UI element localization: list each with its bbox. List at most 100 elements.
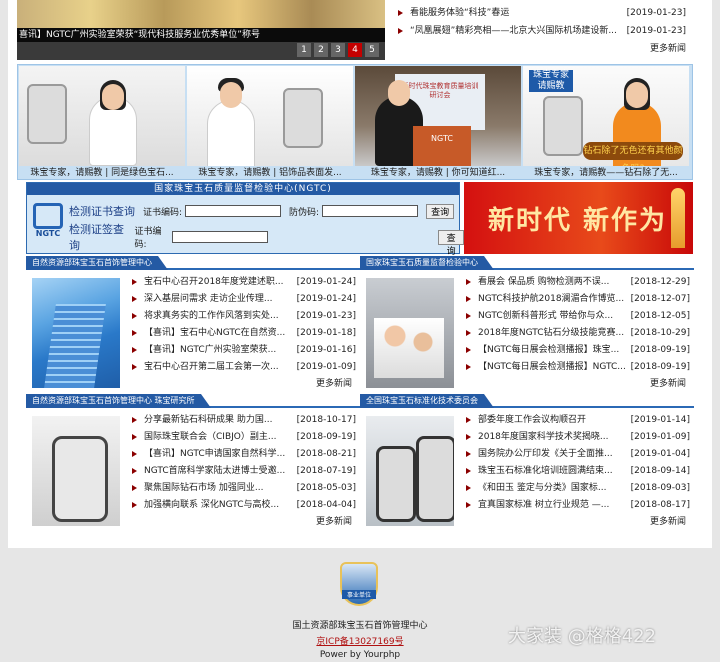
slider-dot[interactable]: 3 <box>331 43 345 57</box>
list-item[interactable]: 【喜讯】宝石中心NGTC在自然资... [2019-01-18] <box>130 325 358 342</box>
section-title[interactable]: 国家珠宝玉石质量监督检验中心 <box>360 256 494 270</box>
slider-caption[interactable]: 喜讯】NGTC广州实验室荣获“现代科技服务业优秀单位”称号 <box>17 28 385 42</box>
news-title[interactable]: 【NGTC每日展会检测播报】珠宝... <box>478 342 630 359</box>
list-item[interactable]: 【喜讯】NGTC广州实验室荣获... [2019-01-16] <box>130 342 358 359</box>
video-caption[interactable]: 珠宝专家，请赐教 | 铝饰品表面发... <box>187 167 353 180</box>
cert-query-button[interactable]: 查询 <box>426 203 455 219</box>
video-card[interactable]: 新时代珠宝教育质量培训研讨会 NGTC 珠宝专家，请赐教 | 你可知道红... <box>355 66 521 180</box>
video-caption[interactable]: 珠宝专家，请赐教 | 同是绿色宝石... <box>19 167 185 180</box>
news-date: [2019-01-16] <box>296 345 356 355</box>
list-item[interactable]: 深入基层问需求 走访企业传理... [2019-01-24] <box>130 291 358 308</box>
list-item[interactable]: 《和田玉 鉴定与分类》国家标... [2018-09-03] <box>464 480 692 497</box>
news-title[interactable]: 分享最新钻石科研成果 助力国... <box>144 412 296 429</box>
news-title[interactable]: 宝石中心召开2018年度党建述职... <box>144 274 296 291</box>
news-title[interactable]: 珠宝玉石标准化培训班圆满结束... <box>478 463 630 480</box>
list-item[interactable]: 部委年度工作会议构顺召开 [2019-01-14] <box>464 412 692 429</box>
news-title[interactable]: NGTC创新科普形式 带给你与众... <box>478 308 630 325</box>
list-item[interactable]: 国务院办公厅印发《关于全面推... [2019-01-04] <box>464 446 692 463</box>
public-institution-emblem-icon[interactable]: 事业单位 <box>340 562 378 606</box>
more-news-link[interactable]: 更多新闻 <box>464 514 692 531</box>
list-item[interactable]: NGTC创新科普形式 带给你与众... [2018-12-05] <box>464 308 692 325</box>
list-item[interactable]: 珠宝玉石标准化培训班圆满结束... [2018-09-14] <box>464 463 692 480</box>
news-title[interactable]: 宝石中心召开第二届工会第一次... <box>144 359 296 376</box>
video-caption[interactable]: 珠宝专家，请赐教——钻石除了无... <box>523 167 689 180</box>
list-item[interactable]: 分享最新钻石科研成果 助力国... [2018-10-17] <box>130 412 358 429</box>
video-thumbnail[interactable] <box>187 66 353 166</box>
bullet-icon <box>132 279 137 285</box>
news-title[interactable]: 《和田玉 鉴定与分类》国家标... <box>478 480 630 497</box>
slider-dot[interactable]: 1 <box>297 43 311 57</box>
video-thumbnail[interactable]: 珠宝专家 请赐教 钻石除了无色还有其他颜色吗? <box>523 66 689 166</box>
slider-dot-active[interactable]: 4 <box>348 43 362 57</box>
news-title[interactable]: 加强横向联系 深化NGTC与高校... <box>144 497 296 514</box>
more-news-link[interactable]: 更多新闻 <box>392 40 692 58</box>
list-item[interactable]: 加强横向联系 深化NGTC与高校... [2018-04-04] <box>130 497 358 514</box>
list-item[interactable]: NGTC科技护航2018澜湄合作博览... [2018-12-07] <box>464 291 692 308</box>
news-slider[interactable]: 喜讯】NGTC广州实验室荣获“现代科技服务业优秀单位”称号 1 2 3 4 5 <box>17 0 385 60</box>
slider-photo <box>17 0 385 28</box>
news-title[interactable]: 【喜讯】NGTC广州实验室荣获... <box>144 342 296 359</box>
bullet-icon <box>466 451 471 457</box>
section-title[interactable]: 自然资源部珠宝玉石首饰管理中心 <box>26 256 168 270</box>
tag-query-button[interactable]: 查询 <box>438 229 465 257</box>
section-image[interactable] <box>32 278 120 388</box>
list-item[interactable]: 国际珠宝联合会（CIBJO）副主... [2018-09-19] <box>130 429 358 446</box>
list-item[interactable]: 宝石中心召开2018年度党建述职... [2019-01-24] <box>130 274 358 291</box>
news-title[interactable]: 聚焦国际钻石市场 加强同业... <box>144 480 296 497</box>
news-title[interactable]: 看展会 保品质 购物检测两不误... <box>478 274 630 291</box>
news-title[interactable]: 将求真务实的工作作风落到实处... <box>144 308 296 325</box>
tag-number-input[interactable] <box>172 231 269 243</box>
list-item[interactable]: 2018年度NGTC钻石分级技能竞赛... [2018-10-29] <box>464 325 692 342</box>
news-title[interactable]: NGTC科技护航2018澜湄合作博览... <box>478 291 630 308</box>
promo-banner[interactable]: 新时代 新作为 <box>464 182 693 254</box>
more-news-link[interactable]: 更多新闻 <box>130 514 358 531</box>
list-item[interactable]: 宝石中心召开第二届工会第一次... [2019-01-09] <box>130 359 358 376</box>
news-title[interactable]: 2018年度NGTC钻石分级技能竞赛... <box>478 325 630 342</box>
list-item[interactable]: 【NGTC每日展会检测播报】NGTC... [2018-09-19] <box>464 359 692 376</box>
microscope-icon <box>543 96 583 156</box>
bullet-icon <box>466 502 471 508</box>
video-caption[interactable]: 珠宝专家，请赐教 | 你可知道红... <box>355 167 521 180</box>
more-news-link[interactable]: 更多新闻 <box>130 376 358 393</box>
news-title[interactable]: 国务院办公厅印发《关于全面推... <box>478 446 630 463</box>
list-item[interactable]: 将求真务实的工作作风落到实处... [2019-01-23] <box>130 308 358 325</box>
more-news-link[interactable]: 更多新闻 <box>464 376 692 393</box>
list-item[interactable]: 宜真国家标准 树立行业规范 —... [2018-08-17] <box>464 497 692 514</box>
news-title[interactable]: NGTC首席科学家陆太进博士受邀... <box>144 463 296 480</box>
news-date: [2018-10-17] <box>296 415 356 425</box>
list-item[interactable]: 看能服务体验“科技”春运 [2019-01-23] <box>392 4 692 22</box>
list-item[interactable]: “凤凰展翅”精彩亮相——北京大兴国际机场建设新... [2019-01-23] <box>392 22 692 40</box>
news-title[interactable]: 宜真国家标准 树立行业规范 —... <box>478 497 630 514</box>
news-title[interactable]: 2018年度国家科学技术奖揭晓... <box>478 429 630 446</box>
list-item[interactable]: 看展会 保品质 购物检测两不误... [2018-12-29] <box>464 274 692 291</box>
news-title[interactable]: 看能服务体验“科技”春运 <box>410 4 620 22</box>
anti-fake-code-input[interactable] <box>322 205 419 217</box>
cert-number-input[interactable] <box>185 205 282 217</box>
section-image[interactable] <box>32 416 120 526</box>
video-thumbnail[interactable] <box>19 66 185 166</box>
section-image[interactable] <box>366 278 454 388</box>
video-card[interactable]: 珠宝专家 请赐教 钻石除了无色还有其他颜色吗? 珠宝专家，请赐教——钻石除了无.… <box>523 66 689 180</box>
news-title[interactable]: 部委年度工作会议构顺召开 <box>478 412 630 429</box>
list-item[interactable]: 2018年度国家科学技术奖揭晓... [2019-01-09] <box>464 429 692 446</box>
section-title[interactable]: 自然资源部珠宝玉石首饰管理中心 珠宝研究所 <box>26 394 211 408</box>
news-title[interactable]: “凤凰展翅”精彩亮相——北京大兴国际机场建设新... <box>410 22 620 40</box>
list-item[interactable]: 聚焦国际钻石市场 加强同业... [2018-05-03] <box>130 480 358 497</box>
video-thumbnail[interactable]: 新时代珠宝教育质量培训研讨会 NGTC <box>355 66 521 166</box>
query-form: NGTC 检测证书查询 证书编码: 防伪码: 查询 检测证签查询 证书编码: 查… <box>27 195 465 257</box>
list-item[interactable]: 【NGTC每日展会检测播报】珠宝... [2018-09-19] <box>464 342 692 359</box>
news-title[interactable]: 【喜讯】NGTC申请国家自然科学... <box>144 446 296 463</box>
section-image[interactable] <box>366 416 454 526</box>
list-item[interactable]: 【喜讯】NGTC申请国家自然科学... [2018-08-21] <box>130 446 358 463</box>
slider-dot[interactable]: 2 <box>314 43 328 57</box>
video-card[interactable]: 珠宝专家，请赐教 | 铝饰品表面发... <box>187 66 353 180</box>
section-title[interactable]: 全国珠宝玉石标准化技术委员会 <box>360 394 494 408</box>
list-item[interactable]: NGTC首席科学家陆太进博士受邀... [2018-07-19] <box>130 463 358 480</box>
slider-dot[interactable]: 5 <box>365 43 379 57</box>
video-card[interactable]: 珠宝专家，请赐教 | 同是绿色宝石... <box>19 66 185 180</box>
podium: NGTC <box>413 126 471 166</box>
news-title[interactable]: 深入基层问需求 走访企业传理... <box>144 291 296 308</box>
news-title[interactable]: 【喜讯】宝石中心NGTC在自然资... <box>144 325 296 342</box>
news-title[interactable]: 国际珠宝联合会（CIBJO）副主... <box>144 429 296 446</box>
news-title[interactable]: 【NGTC每日展会检测播报】NGTC... <box>478 359 630 376</box>
